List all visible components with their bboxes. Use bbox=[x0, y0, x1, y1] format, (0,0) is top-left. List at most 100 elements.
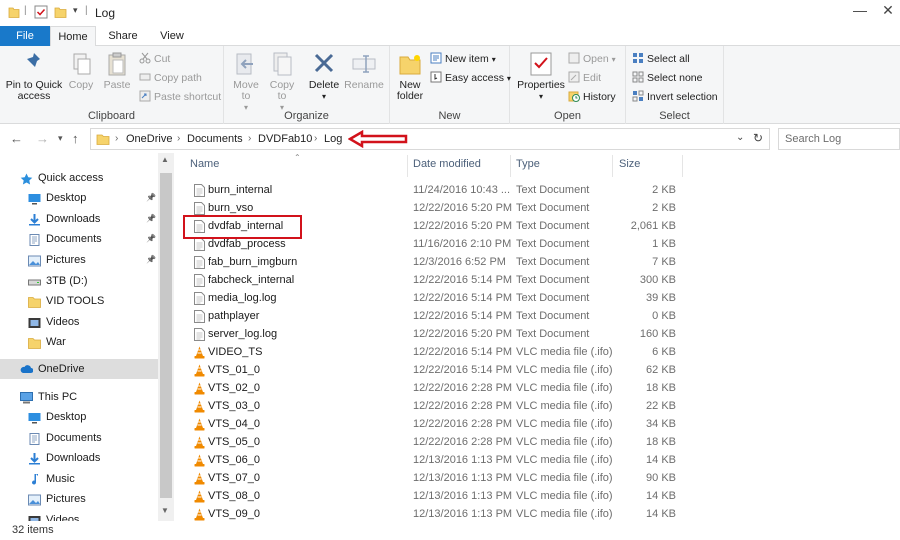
tab-share[interactable]: Share bbox=[100, 26, 146, 46]
scissors-icon bbox=[139, 52, 151, 64]
file-name: VIDEO_TS bbox=[208, 346, 263, 358]
sidebar-item-videos[interactable]: Videos bbox=[0, 312, 158, 332]
sidebar-item-war[interactable]: War bbox=[0, 332, 158, 352]
file-row[interactable]: media_log.log 12/22/2016 5:14 PM Text Docu… bbox=[188, 289, 688, 307]
file-row[interactable]: server_log.log 12/22/2016 5:20 PM Text Doc… bbox=[188, 325, 688, 343]
edit-button[interactable]: Edit bbox=[568, 70, 601, 86]
scroll-up-icon[interactable]: ▲ bbox=[161, 155, 169, 164]
tab-view[interactable]: View bbox=[150, 26, 194, 46]
sidebar-item-pictures[interactable]: Pictures bbox=[0, 489, 158, 509]
cut-label: Cut bbox=[154, 53, 171, 65]
sidebar-item-documents[interactable]: Documents bbox=[0, 428, 158, 448]
column-divider[interactable] bbox=[682, 155, 683, 177]
file-name: VTS_02_0 bbox=[208, 382, 260, 394]
sidebar-item-quick-access[interactable]: Quick access bbox=[0, 168, 158, 188]
column-divider[interactable] bbox=[612, 155, 613, 177]
file-name: pathplayer bbox=[208, 310, 260, 322]
file-row[interactable]: VTS_08_0 12/13/2016 1:13 PM VLC media file… bbox=[188, 487, 688, 505]
file-row[interactable]: fabcheck_internal 12/22/2016 5:14 PM Text … bbox=[188, 271, 688, 289]
nav-scroll-thumb[interactable] bbox=[160, 173, 172, 498]
column-header-type[interactable]: Type bbox=[516, 158, 540, 170]
file-row[interactable]: VTS_01_0 12/22/2016 5:14 PM VLC media file… bbox=[188, 361, 688, 379]
rename-button[interactable]: Rename bbox=[344, 50, 384, 91]
search-input[interactable] bbox=[780, 130, 898, 148]
scroll-down-icon[interactable]: ▼ bbox=[161, 506, 169, 515]
pin-quick-access-button[interactable]: Pin to Quick access bbox=[4, 50, 64, 102]
download-icon bbox=[28, 452, 41, 465]
file-row[interactable]: VTS_04_0 12/22/2016 2:28 PM VLC media file… bbox=[188, 415, 688, 433]
nav-scrollbar[interactable]: ▲ ▼ bbox=[158, 153, 174, 521]
file-row[interactable]: fab_burn_imgburn 12/3/2016 6:52 PM Text Do… bbox=[188, 253, 688, 271]
new-item-button[interactable]: New item ▾ bbox=[430, 51, 496, 67]
sidebar-item-music[interactable]: Music bbox=[0, 469, 158, 489]
folder-icon[interactable] bbox=[8, 5, 20, 21]
file-row[interactable]: pathplayer 12/22/2016 5:14 PM Text Documen… bbox=[188, 307, 688, 325]
paste-shortcut-button[interactable]: Paste shortcut bbox=[139, 89, 221, 105]
copy-button[interactable]: Copy bbox=[66, 50, 96, 91]
column-header-size[interactable]: Size bbox=[619, 158, 640, 170]
invert-selection-button[interactable]: Invert selection bbox=[632, 89, 718, 105]
recent-locations-icon[interactable]: ▾ bbox=[58, 133, 63, 144]
sidebar-item-vid-tools[interactable]: VID TOOLS bbox=[0, 291, 158, 311]
cut-button[interactable]: Cut bbox=[139, 51, 170, 67]
breadcrumb-documents[interactable]: Documents bbox=[187, 133, 243, 145]
open-button[interactable]: Open ▾ bbox=[568, 51, 616, 67]
sidebar-item-desktop[interactable]: Desktop bbox=[0, 407, 158, 427]
breadcrumb-log[interactable]: Log bbox=[324, 133, 342, 145]
properties-icon[interactable] bbox=[34, 5, 48, 21]
tab-home[interactable]: Home bbox=[50, 26, 96, 47]
column-header-date[interactable]: Date modified bbox=[413, 158, 481, 170]
vlc-cone-icon bbox=[194, 346, 205, 359]
vlc-cone-icon bbox=[194, 508, 205, 521]
file-size: 2 KB bbox=[652, 202, 676, 214]
new-item-label: New item bbox=[445, 53, 489, 65]
file-date: 12/22/2016 2:28 PM bbox=[413, 436, 513, 448]
file-type: VLC media file (.ifo) bbox=[516, 382, 613, 394]
paste-button[interactable]: Paste bbox=[100, 50, 134, 91]
sidebar-item-pictures[interactable]: Pictures 📌 bbox=[0, 250, 158, 270]
easy-access-button[interactable]: Easy access ▾ bbox=[430, 70, 511, 86]
address-dropdown-icon[interactable]: ⌄ bbox=[736, 132, 744, 143]
sidebar-item-this-pc[interactable]: This PC bbox=[0, 387, 158, 407]
file-row[interactable]: VTS_03_0 12/22/2016 2:28 PM VLC media file… bbox=[188, 397, 688, 415]
refresh-icon[interactable]: ↻ bbox=[753, 131, 763, 145]
sidebar-item-desktop[interactable]: Desktop 📌 bbox=[0, 188, 158, 208]
forward-arrow-icon[interactable]: → bbox=[36, 131, 49, 146]
column-header-name[interactable]: Name bbox=[190, 158, 219, 170]
sidebar-item-3tb-d[interactable]: 3TB (D:) bbox=[0, 271, 158, 291]
column-divider[interactable] bbox=[407, 155, 408, 177]
sidebar-item-documents[interactable]: Documents 📌 bbox=[0, 229, 158, 249]
breadcrumb-dvdfab10[interactable]: DVDFab10 bbox=[258, 133, 312, 145]
properties-button[interactable]: Properties ▾ bbox=[516, 50, 566, 102]
file-row[interactable]: VTS_07_0 12/13/2016 1:13 PM VLC media file… bbox=[188, 469, 688, 487]
customize-dropdown-icon[interactable]: ▾ bbox=[73, 5, 83, 21]
new-folder-icon[interactable] bbox=[54, 5, 67, 21]
copy-to-button[interactable]: Copy to ▾ bbox=[266, 50, 298, 113]
close-button[interactable]: ✕ bbox=[876, 2, 900, 22]
back-arrow-icon[interactable]: ← bbox=[10, 131, 23, 146]
history-button[interactable]: History bbox=[568, 89, 616, 105]
select-none-button[interactable]: Select none bbox=[632, 70, 702, 86]
sidebar-item-onedrive[interactable]: OneDrive bbox=[0, 359, 158, 379]
up-arrow-icon[interactable]: ↑ bbox=[72, 131, 79, 146]
clipboard-group: Pin to Quick access Copy Paste Cut Copy … bbox=[0, 46, 224, 124]
move-to-button[interactable]: Move to ▾ bbox=[230, 50, 262, 113]
file-row[interactable]: VTS_05_0 12/22/2016 2:28 PM VLC media file… bbox=[188, 433, 688, 451]
file-row[interactable]: burn_internal 11/24/2016 10:43 ... Text Do… bbox=[188, 181, 688, 199]
select-all-button[interactable]: Select all bbox=[632, 51, 690, 67]
minimize-button[interactable]: — bbox=[848, 2, 872, 22]
file-row[interactable]: VIDEO_TS 12/22/2016 5:14 PM VLC media file… bbox=[188, 343, 688, 361]
address-bar[interactable]: › OneDrive › Documents › DVDFab10 › Log … bbox=[90, 128, 770, 150]
tab-file[interactable]: File bbox=[0, 26, 50, 46]
copy-path-button[interactable]: Copy path bbox=[139, 70, 202, 86]
breadcrumb-onedrive[interactable]: OneDrive bbox=[126, 133, 172, 145]
sidebar-item-label: Music bbox=[46, 473, 75, 485]
new-folder-button[interactable]: New folder bbox=[394, 50, 426, 102]
sidebar-item-downloads[interactable]: Downloads bbox=[0, 448, 158, 468]
file-row[interactable]: VTS_06_0 12/13/2016 1:13 PM VLC media file… bbox=[188, 451, 688, 469]
sidebar-item-downloads[interactable]: Downloads 📌 bbox=[0, 209, 158, 229]
search-box[interactable] bbox=[778, 128, 900, 150]
file-row[interactable]: VTS_02_0 12/22/2016 2:28 PM VLC media file… bbox=[188, 379, 688, 397]
delete-button[interactable]: Delete ▾ bbox=[306, 50, 342, 102]
column-divider[interactable] bbox=[510, 155, 511, 177]
